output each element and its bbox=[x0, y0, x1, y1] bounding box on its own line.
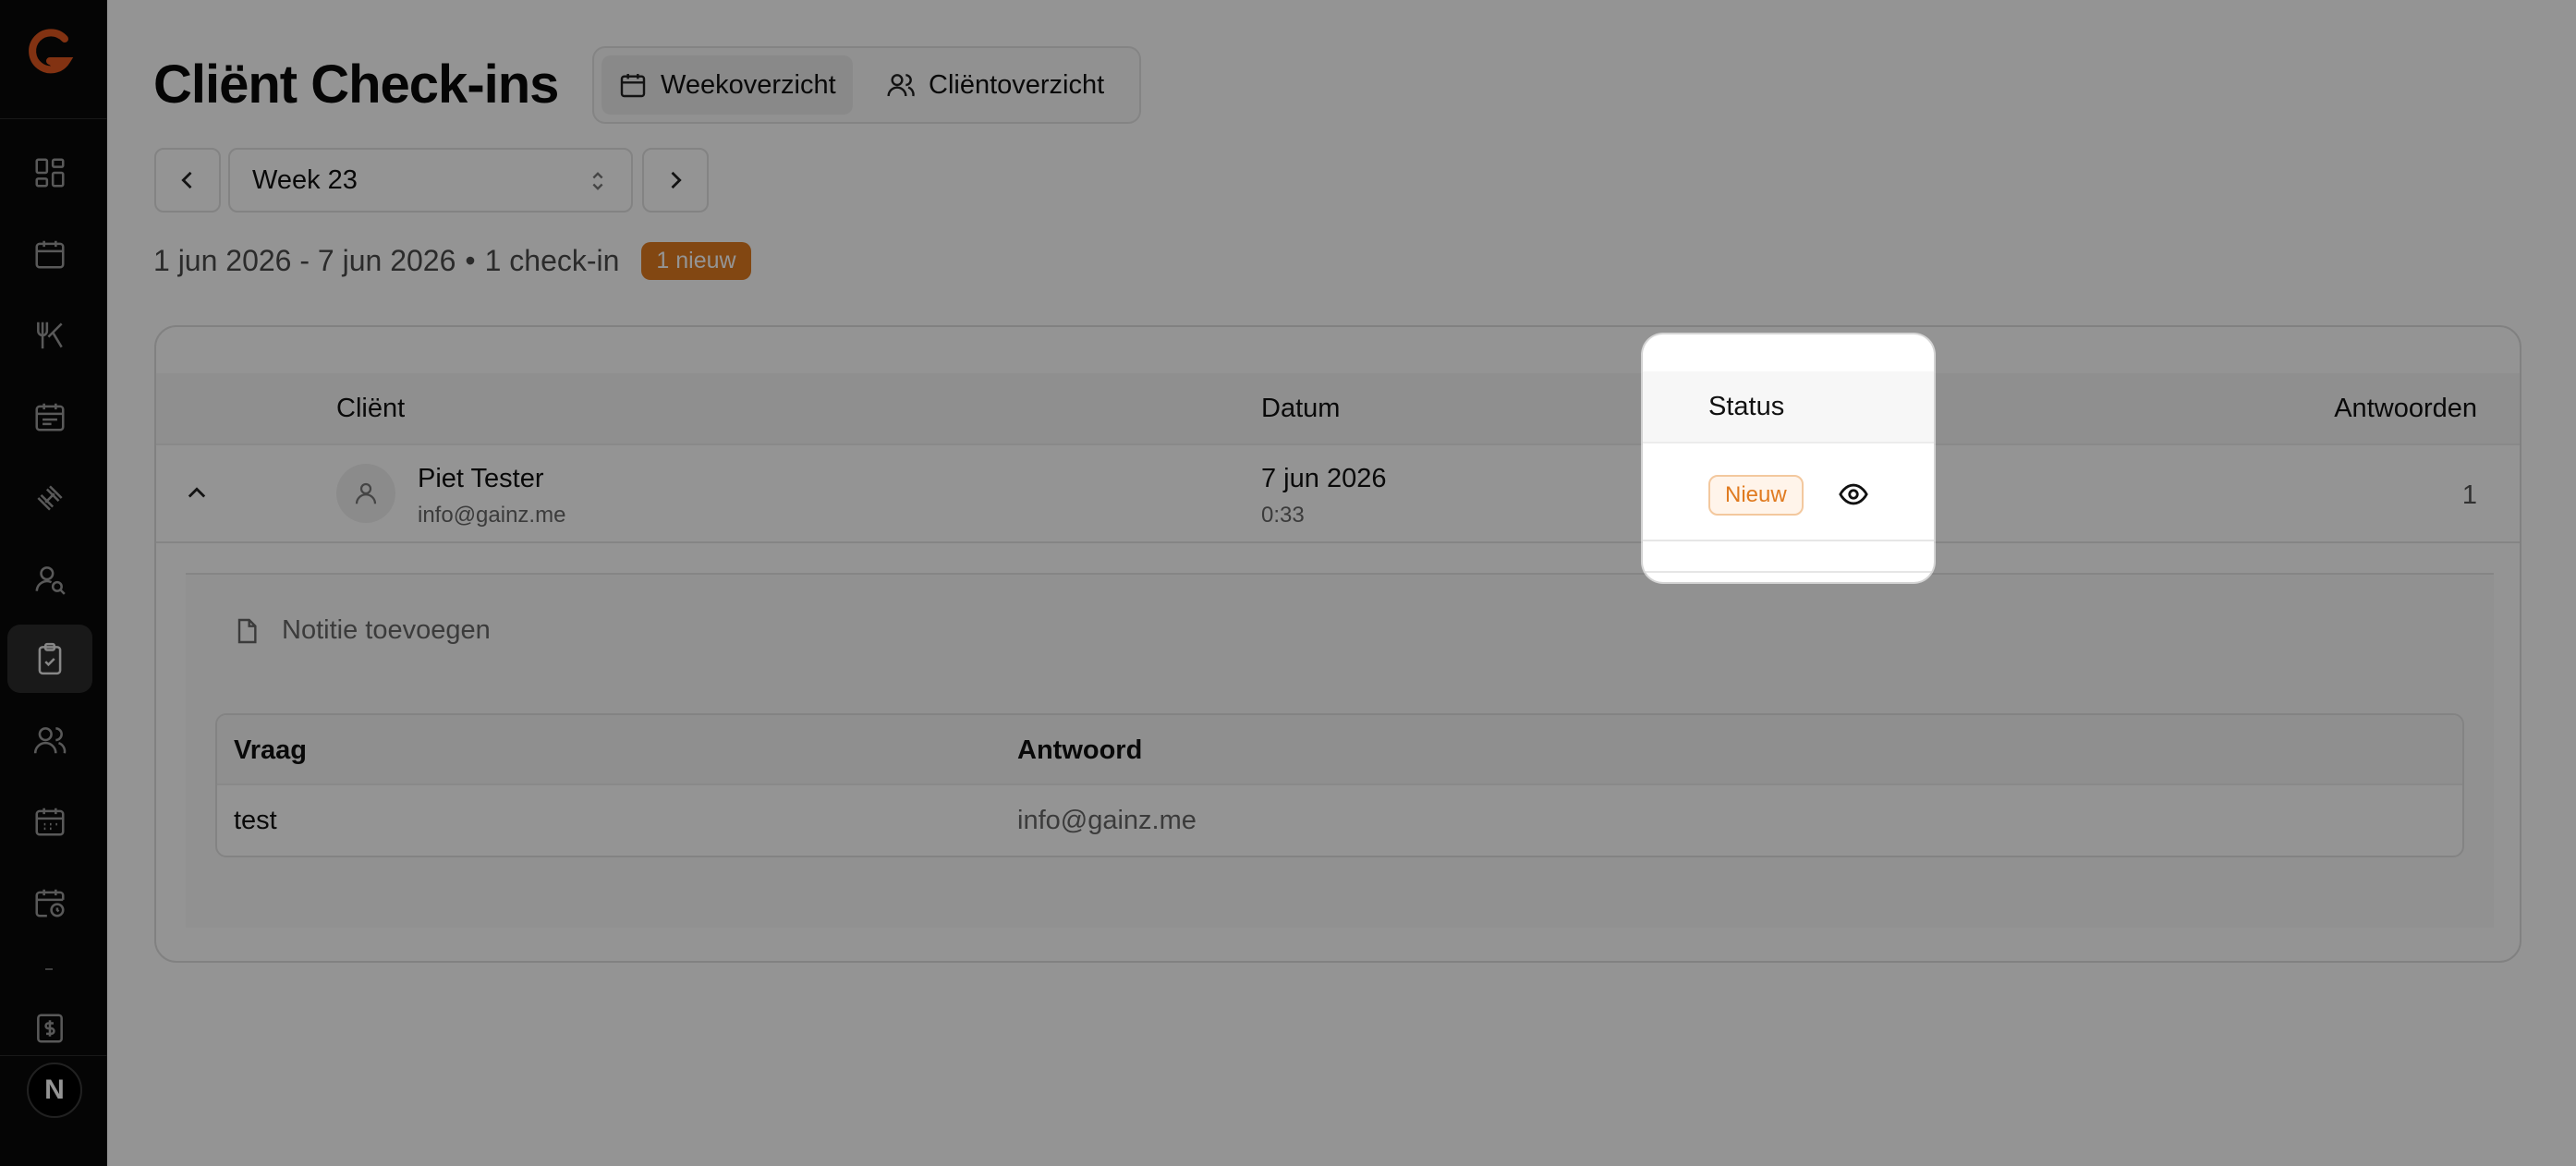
sidebar-item-calendar[interactable] bbox=[7, 220, 92, 288]
qa-table-header: Vraag Antwoord bbox=[217, 715, 2462, 785]
sidebar: N bbox=[0, 0, 107, 1166]
main-content: Cliënt Check-ins Weekoverzicht Cliëntove… bbox=[108, 0, 2576, 1166]
sidebar-divider-dot bbox=[45, 968, 53, 970]
users-icon bbox=[33, 727, 67, 754]
client-email: info@gainz.me bbox=[418, 503, 566, 528]
chevron-right-icon bbox=[671, 171, 682, 189]
sidebar-item-appointments[interactable] bbox=[7, 868, 92, 937]
spotlight-divider bbox=[1643, 571, 1934, 573]
week-summary: 1 jun 2026 - 7 jun 2026 • 1 check-in 1 n… bbox=[153, 242, 751, 280]
dumbbell-icon bbox=[37, 485, 63, 511]
tab-week-overview[interactable]: Weekoverzicht bbox=[601, 55, 853, 115]
utensils-icon bbox=[37, 322, 63, 349]
date-range: 1 jun 2026 - 7 jun 2026 bbox=[153, 244, 456, 277]
app-logo[interactable] bbox=[22, 22, 78, 87]
sidebar-item-schedule[interactable] bbox=[7, 787, 92, 856]
clipboard-check-icon bbox=[38, 642, 62, 675]
calendar-list-icon bbox=[35, 403, 65, 431]
spotlight-header: Status bbox=[1643, 371, 1934, 443]
sidebar-divider bbox=[0, 1055, 107, 1056]
sidebar-item-planning[interactable] bbox=[7, 383, 92, 451]
dollar-receipt-icon bbox=[37, 1014, 63, 1043]
summary-separator: • bbox=[465, 244, 476, 277]
question-answer-table: Vraag Antwoord test info@gainz.me bbox=[215, 713, 2464, 857]
spotlight-status-badge: Nieuw bbox=[1708, 475, 1804, 516]
view-toggle: Weekoverzicht Cliëntoverzicht bbox=[592, 46, 1141, 124]
users-icon bbox=[887, 74, 915, 97]
tab-client-overview-label: Cliëntoverzicht bbox=[929, 69, 1105, 100]
spotlight-row: Nieuw bbox=[1643, 443, 1934, 541]
qa-header-answer: Antwoord bbox=[1017, 735, 1143, 765]
previous-week-button[interactable] bbox=[154, 148, 221, 213]
new-count-badge: 1 nieuw bbox=[641, 242, 751, 280]
check-in-count: 1 check-in bbox=[484, 244, 620, 277]
qa-answer-cell: info@gainz.me bbox=[1017, 806, 1197, 835]
next-week-button[interactable] bbox=[642, 148, 709, 213]
tab-client-overview[interactable]: Cliëntoverzicht bbox=[869, 55, 1121, 115]
sidebar-item-nutrition[interactable] bbox=[7, 301, 92, 370]
add-note-button[interactable]: Notitie toevoegen bbox=[232, 615, 491, 646]
table-row[interactable]: Piet Tester info@gainz.me 7 jun 2026 0:3… bbox=[156, 445, 2520, 543]
add-note-label: Notitie toevoegen bbox=[282, 615, 491, 645]
sidebar-item-client-search[interactable] bbox=[7, 545, 92, 613]
sidebar-item-finance[interactable] bbox=[7, 994, 92, 1063]
check-in-detail: Notitie toevoegen Vraag Antwoord test in… bbox=[186, 573, 2494, 928]
sidebar-item-clients[interactable] bbox=[7, 706, 92, 774]
qa-question-cell: test bbox=[234, 806, 277, 835]
week-select-value: Week 23 bbox=[252, 164, 358, 195]
column-header-date: Datum bbox=[1261, 394, 1341, 423]
column-header-answers: Antwoorden bbox=[2334, 394, 2477, 423]
chevron-up-icon[interactable] bbox=[184, 480, 210, 506]
qa-header-question: Vraag bbox=[234, 735, 307, 765]
week-select[interactable]: Week 23 bbox=[228, 148, 633, 213]
client-avatar bbox=[336, 464, 395, 523]
client-name: Piet Tester bbox=[418, 464, 544, 493]
table-header: Cliënt Datum Status Antwoorden bbox=[156, 373, 2520, 445]
sidebar-item-dashboard[interactable] bbox=[7, 139, 92, 207]
calendar-clock-icon bbox=[35, 889, 65, 917]
user-icon bbox=[355, 482, 377, 504]
note-icon bbox=[237, 618, 257, 643]
sidebar-item-workouts[interactable] bbox=[7, 464, 92, 532]
spotlight-status-header: Status bbox=[1708, 392, 1785, 421]
check-in-time: 0:33 bbox=[1261, 503, 1305, 528]
calendar-icon bbox=[35, 240, 65, 269]
sidebar-item-check-ins[interactable] bbox=[7, 625, 92, 693]
status-column-spotlight: Status Nieuw bbox=[1643, 334, 1934, 582]
column-header-client: Cliënt bbox=[336, 394, 406, 423]
eye-icon[interactable] bbox=[1838, 479, 1869, 510]
calendar-grid-icon bbox=[35, 808, 65, 836]
user-search-icon bbox=[35, 566, 66, 595]
dashboard-icon bbox=[35, 158, 65, 188]
chevron-left-icon bbox=[181, 171, 192, 189]
page-title: Cliënt Check-ins bbox=[153, 55, 559, 115]
answer-count: 1 bbox=[2461, 480, 2477, 510]
sidebar-divider bbox=[0, 118, 107, 119]
chevron-up-down-icon bbox=[592, 172, 603, 190]
tab-week-overview-label: Weekoverzicht bbox=[661, 69, 836, 100]
calendar-icon bbox=[620, 74, 646, 98]
user-avatar[interactable]: N bbox=[27, 1063, 82, 1118]
check-ins-table-card: Cliënt Datum Status Antwoorden Piet Test… bbox=[154, 325, 2521, 963]
check-in-date: 7 jun 2026 bbox=[1261, 464, 1387, 493]
